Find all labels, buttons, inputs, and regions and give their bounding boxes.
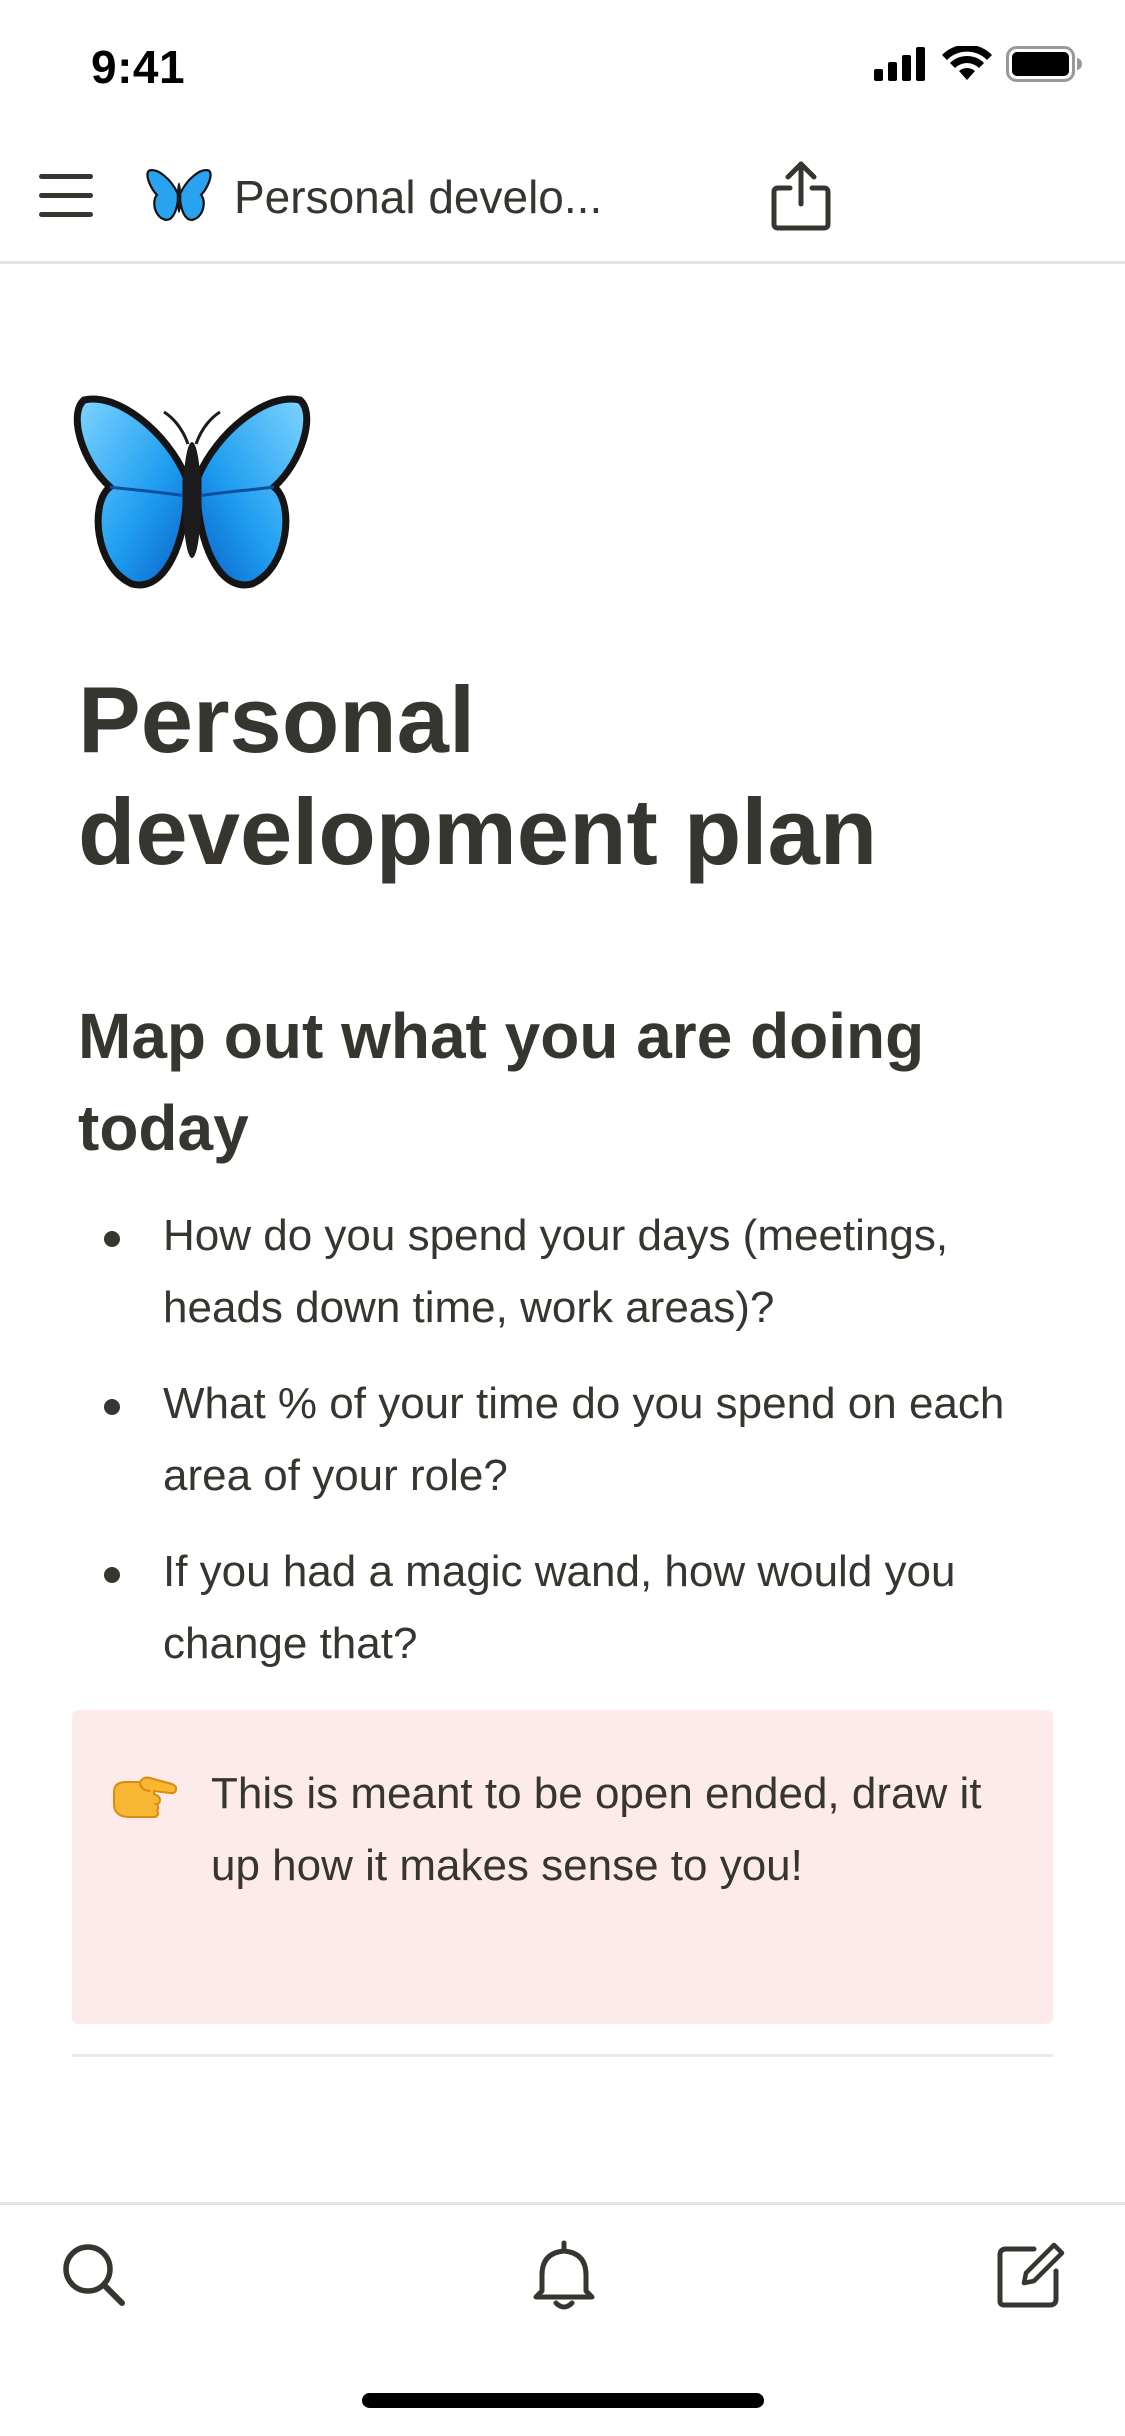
callout-block[interactable]: This is meant to be open ended, draw it …	[72, 1710, 1053, 2024]
callout-text: This is meant to be open ended, draw it …	[211, 1769, 982, 1890]
pointing-right-hand-icon	[113, 1776, 178, 1818]
bullet-list: How do you spend your days (meetings, he…	[78, 1200, 1068, 1704]
home-indicator	[362, 2393, 764, 2408]
top-navigation-bar: Personal develo...	[0, 132, 1125, 264]
status-bar: 9:41	[0, 0, 1125, 132]
cellular-signal-icon	[874, 47, 925, 81]
list-item[interactable]: If you had a magic wand, how would you c…	[78, 1536, 1068, 1680]
butterfly-icon	[146, 169, 212, 221]
list-item-text: What % of your time do you spend on each…	[163, 1379, 1005, 1500]
list-item-text: How do you spend your days (meetings, he…	[163, 1211, 949, 1332]
bell-icon[interactable]	[528, 2239, 600, 2311]
bullet-dot	[104, 1399, 120, 1415]
compose-icon[interactable]	[994, 2239, 1066, 2311]
list-item-text: If you had a magic wand, how would you c…	[163, 1547, 956, 1668]
list-item[interactable]: How do you spend your days (meetings, he…	[78, 1200, 1068, 1344]
status-icons	[874, 46, 1082, 82]
list-item[interactable]: What % of your time do you spend on each…	[78, 1368, 1068, 1512]
hamburger-menu-icon[interactable]	[36, 170, 96, 222]
share-icon[interactable]	[770, 160, 832, 232]
bullet-dot	[104, 1567, 120, 1583]
section-heading[interactable]: Map out what you are doing today	[78, 990, 1068, 1174]
page-title[interactable]: Personal development plan	[78, 664, 1058, 888]
status-time: 9:41	[91, 41, 186, 93]
search-icon[interactable]	[58, 2239, 130, 2311]
bullet-dot	[104, 1231, 120, 1247]
wifi-icon	[942, 46, 992, 80]
nav-page-title[interactable]: Personal develo...	[234, 170, 602, 224]
butterfly-icon[interactable]	[72, 392, 312, 592]
battery-icon	[1006, 46, 1082, 82]
divider	[72, 2054, 1053, 2057]
